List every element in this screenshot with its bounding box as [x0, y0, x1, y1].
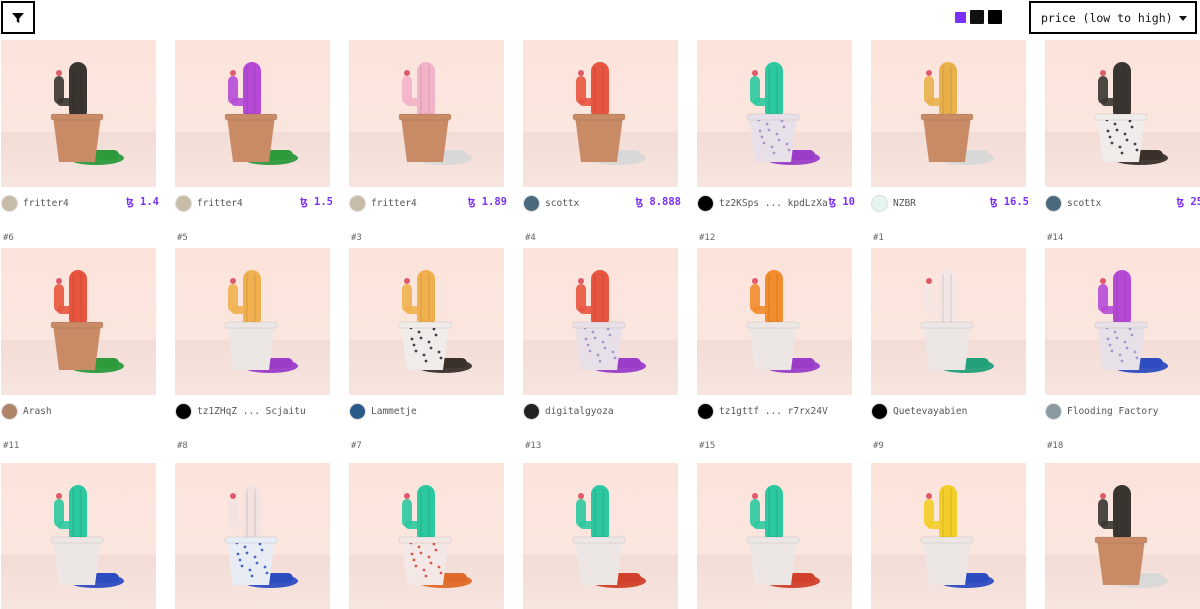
- avatar[interactable]: [175, 402, 192, 420]
- token-number: #6: [3, 233, 14, 243]
- cactus-image[interactable]: [175, 463, 330, 609]
- avatar[interactable]: [175, 194, 192, 212]
- token-number: #18: [1047, 441, 1064, 451]
- price-label: ꜩ 1.5: [300, 196, 333, 208]
- cactus-image[interactable]: [697, 40, 852, 187]
- cactus-image[interactable]: [523, 40, 678, 187]
- card-meta: scottx ꜩ 8.888: [523, 193, 681, 213]
- avatar[interactable]: [1045, 194, 1062, 212]
- cactus-image[interactable]: [697, 248, 852, 395]
- owner-name[interactable]: tz1gttf ... r7rx24V: [719, 406, 828, 417]
- cactus-image[interactable]: [1045, 463, 1200, 609]
- owner-name[interactable]: Flooding Factory: [1067, 406, 1159, 417]
- swatch-black[interactable]: [970, 10, 984, 24]
- cactus-image[interactable]: [871, 248, 1026, 395]
- color-swatches: [955, 10, 1002, 24]
- cactus-image[interactable]: [1045, 248, 1200, 395]
- avatar[interactable]: [871, 194, 888, 212]
- swatch-purple[interactable]: [955, 11, 966, 23]
- card-meta: Quetevayabien: [871, 401, 1029, 421]
- card-meta: fritter4 ꜩ 1.4: [1, 193, 159, 213]
- cactus-image[interactable]: [697, 463, 852, 609]
- token-number: #12: [699, 233, 716, 243]
- cactus-image[interactable]: [349, 40, 504, 187]
- avatar[interactable]: [1045, 402, 1062, 420]
- price-label: ꜩ 10: [828, 196, 855, 208]
- cactus-image[interactable]: [1, 40, 156, 187]
- cactus-image[interactable]: [1, 248, 156, 395]
- card-meta: fritter4 ꜩ 1.89: [349, 193, 507, 213]
- avatar[interactable]: [697, 194, 714, 212]
- avatar[interactable]: [523, 194, 540, 212]
- swatch-dark[interactable]: [988, 10, 1002, 24]
- chevron-down-icon: [1179, 16, 1187, 21]
- token-number: #7: [351, 441, 362, 451]
- owner-name[interactable]: Arash: [23, 406, 52, 417]
- owner-name[interactable]: scottx: [545, 198, 579, 209]
- cactus-image[interactable]: [349, 248, 504, 395]
- owner-name[interactable]: tz2KSps ... kpdLzXa: [719, 198, 828, 209]
- token-number: #11: [3, 441, 20, 451]
- price-label: ꜩ 1.89: [467, 196, 507, 208]
- owner-name[interactable]: fritter4: [197, 198, 243, 209]
- owner-name[interactable]: Lammetje: [371, 406, 417, 417]
- token-number: #14: [1047, 233, 1064, 243]
- avatar[interactable]: [349, 194, 366, 212]
- token-number: #8: [177, 441, 188, 451]
- cactus-image[interactable]: [523, 463, 678, 609]
- owner-name[interactable]: NZBR: [893, 198, 916, 209]
- card-meta: NZBR ꜩ 16.5: [871, 193, 1029, 213]
- cactus-image[interactable]: [871, 40, 1026, 187]
- token-number: #4: [525, 233, 536, 243]
- cactus-image[interactable]: [1, 463, 156, 609]
- card-meta: tz1gttf ... r7rx24V: [697, 401, 855, 421]
- price-label: ꜩ 1.4: [126, 196, 159, 208]
- cactus-image[interactable]: [349, 463, 504, 609]
- owner-name[interactable]: scottx: [1067, 198, 1101, 209]
- top-toolbar: price (low to high): [0, 0, 1200, 40]
- owner-name[interactable]: Quetevayabien: [893, 406, 967, 417]
- token-number: #13: [525, 441, 542, 451]
- avatar[interactable]: [871, 402, 888, 420]
- card-meta: scottx ꜩ 25: [1045, 193, 1200, 213]
- owner-name[interactable]: digitalgyoza: [545, 406, 614, 417]
- card-meta: fritter4 ꜩ 1.5: [175, 193, 333, 213]
- avatar[interactable]: [349, 402, 366, 420]
- cactus-image[interactable]: [523, 248, 678, 395]
- cactus-image[interactable]: [1045, 40, 1200, 187]
- price-label: ꜩ 8.888: [635, 196, 681, 208]
- card-meta: digitalgyoza: [523, 401, 681, 421]
- token-number: #9: [873, 441, 884, 451]
- price-label: ꜩ 16.5: [989, 196, 1029, 208]
- sort-label: price (low to high): [1041, 10, 1173, 25]
- token-number: #1: [873, 233, 884, 243]
- cactus-image[interactable]: [871, 463, 1026, 609]
- owner-name[interactable]: fritter4: [23, 198, 69, 209]
- filter-button[interactable]: [1, 1, 35, 34]
- sort-select[interactable]: price (low to high): [1029, 1, 1197, 34]
- avatar[interactable]: [1, 402, 18, 420]
- card-meta: tz2KSps ... kpdLzXa ꜩ 10: [697, 193, 855, 213]
- card-meta: Lammetje: [349, 401, 507, 421]
- token-number: #15: [699, 441, 716, 451]
- token-number: #3: [351, 233, 362, 243]
- price-label: ꜩ 25: [1176, 196, 1200, 208]
- cactus-image[interactable]: [175, 40, 330, 187]
- card-meta: Flooding Factory: [1045, 401, 1200, 421]
- avatar[interactable]: [523, 402, 540, 420]
- filter-icon: [12, 12, 24, 23]
- token-number: #5: [177, 233, 188, 243]
- card-meta: tz1ZHqZ ... Scjaitu: [175, 401, 333, 421]
- avatar[interactable]: [1, 194, 18, 212]
- avatar[interactable]: [697, 402, 714, 420]
- card-meta: Arash: [1, 401, 159, 421]
- owner-name[interactable]: tz1ZHqZ ... Scjaitu: [197, 406, 306, 417]
- owner-name[interactable]: fritter4: [371, 198, 417, 209]
- cactus-image[interactable]: [175, 248, 330, 395]
